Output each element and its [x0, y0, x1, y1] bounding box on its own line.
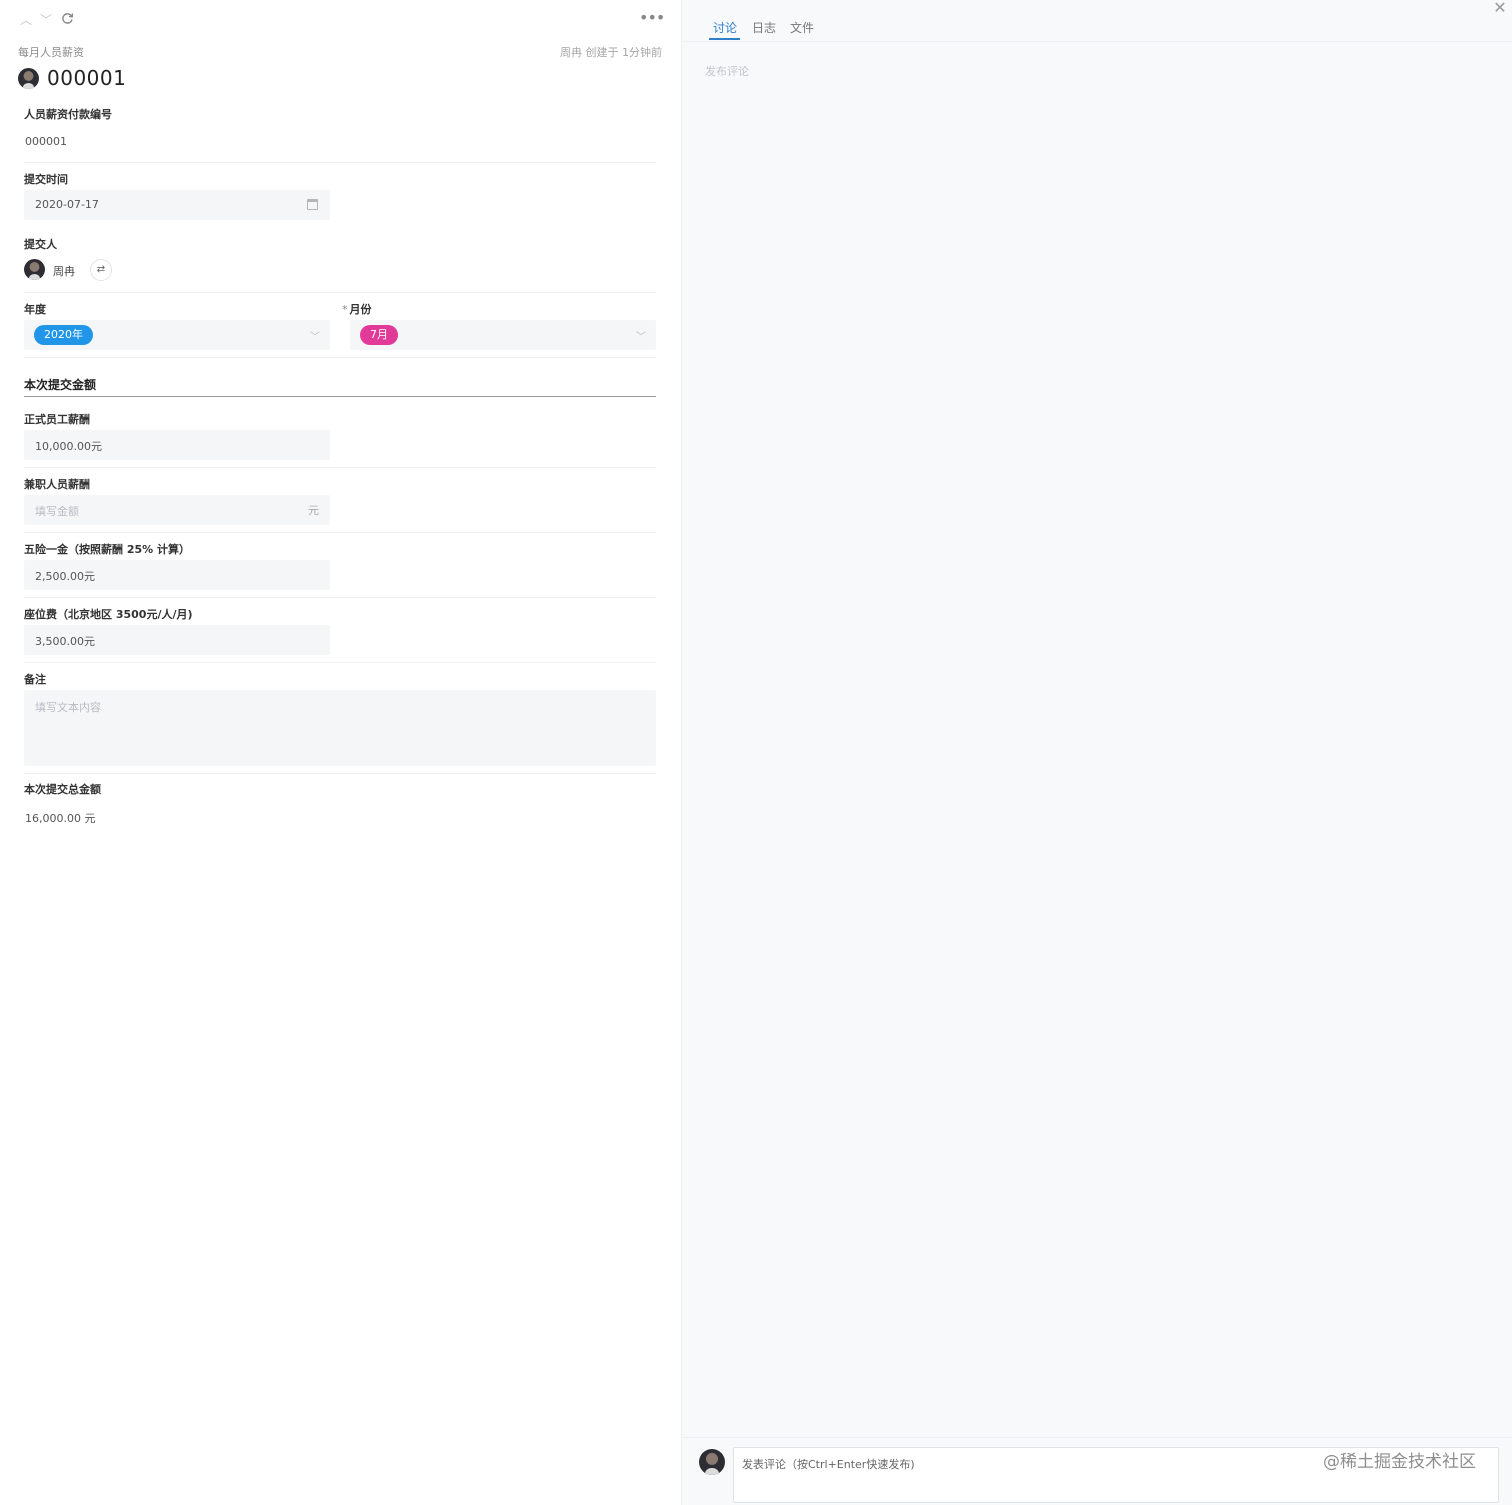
- currency-suffix: 元: [308, 504, 319, 517]
- total-label: 本次提交总金额: [24, 783, 101, 796]
- regular-salary-field[interactable]: 10,000.00元: [24, 430, 330, 460]
- parttime-salary-input[interactable]: 填写金额 元: [24, 495, 330, 525]
- active-tab-indicator: [709, 38, 740, 40]
- remark-placeholder: 填写文本内容: [35, 701, 101, 714]
- tab-files[interactable]: 文件: [790, 19, 814, 36]
- avatar: [24, 259, 45, 280]
- month-select[interactable]: 7月 ﹀: [350, 320, 656, 350]
- publish-hint: 发布评论: [705, 65, 749, 78]
- month-label-text: 月份: [349, 303, 372, 316]
- year-tag: 2020年: [34, 325, 93, 345]
- divider: [24, 357, 656, 358]
- close-icon[interactable]: ✕: [1492, 0, 1508, 16]
- avatar: [18, 68, 39, 89]
- record-panel: ︿ ﹀ ••• 每月人员薪资 周冉 创建于 1分钟前 000001 人员薪资付款…: [0, 0, 681, 1505]
- divider: [24, 532, 656, 533]
- chevron-down-icon: ﹀: [310, 332, 320, 343]
- divider: [24, 597, 656, 598]
- year-label: 年度: [24, 303, 46, 316]
- watermark: @稀土掘金技术社区: [1323, 1452, 1476, 1472]
- section-title: 本次提交金额: [24, 378, 97, 392]
- divider: [24, 467, 656, 468]
- app-breadcrumb[interactable]: 每月人员薪资: [18, 44, 84, 60]
- more-icon[interactable]: •••: [639, 10, 665, 28]
- divider: [24, 162, 656, 163]
- parttime-salary-placeholder: 填写金额: [35, 505, 79, 518]
- record-meta: 每月人员薪资 周冉 创建于 1分钟前: [18, 44, 662, 60]
- chevron-up-icon[interactable]: ︿: [18, 12, 34, 28]
- chevron-down-icon: ﹀: [636, 332, 646, 343]
- seat-fee-value: 3,500.00元: [35, 635, 95, 648]
- refresh-icon[interactable]: [59, 12, 75, 28]
- submit-time-label: 提交时间: [24, 173, 68, 186]
- regular-salary-label: 正式员工薪酬: [24, 413, 90, 426]
- tab-discussion[interactable]: 讨论: [713, 19, 737, 36]
- insurance-label: 五险一金（按照薪酬 25% 计算）: [24, 543, 190, 556]
- month-label: * 月份: [342, 301, 372, 317]
- section-divider: [24, 396, 656, 397]
- parttime-salary-label: 兼职人员薪酬: [24, 478, 90, 491]
- calendar-icon[interactable]: [307, 199, 318, 210]
- year-select[interactable]: 2020年 ﹀: [24, 320, 330, 350]
- discussion-panel: 讨论 日志 文件 ✕ 发布评论 发表评论（按Ctrl+Enter快速发布) @稀…: [681, 0, 1512, 1505]
- remark-label: 备注: [24, 673, 46, 686]
- required-mark: *: [342, 303, 348, 316]
- insurance-field[interactable]: 2,500.00元: [24, 560, 330, 590]
- comment-placeholder: 发表评论（按Ctrl+Enter快速发布): [742, 1458, 915, 1471]
- divider: [24, 292, 656, 293]
- seat-fee-field[interactable]: 3,500.00元: [24, 625, 330, 655]
- month-tag: 7月: [360, 325, 398, 345]
- submitter-name: 周冉: [53, 265, 75, 278]
- total-value: 16,000.00 元: [25, 812, 96, 825]
- submit-time-value: 2020-07-17: [35, 198, 99, 211]
- chevron-down-icon[interactable]: ﹀: [38, 12, 54, 28]
- record-toolbar: ︿ ﹀ •••: [18, 10, 665, 30]
- avatar: [699, 1449, 725, 1475]
- payment-no-value: 000001: [25, 135, 67, 148]
- divider: [24, 662, 656, 663]
- created-info: 周冉 创建于 1分钟前: [560, 46, 662, 59]
- tab-log[interactable]: 日志: [752, 19, 776, 36]
- panel-tabs: 讨论 日志 文件: [682, 0, 1512, 42]
- divider: [24, 773, 656, 774]
- submitter-label: 提交人: [24, 238, 57, 251]
- submit-time-field[interactable]: 2020-07-17: [24, 190, 330, 220]
- regular-salary-value: 10,000.00元: [35, 440, 102, 453]
- seat-fee-label: 座位费（北京地区 3500元/人/月): [24, 608, 193, 621]
- page-title: 000001: [47, 66, 127, 90]
- insurance-value: 2,500.00元: [35, 570, 95, 583]
- remark-textarea[interactable]: 填写文本内容: [24, 690, 656, 766]
- swap-icon[interactable]: ⇄: [90, 259, 112, 281]
- payment-no-label: 人员薪资付款编号: [24, 108, 112, 121]
- record-detail-page: ︿ ﹀ ••• 每月人员薪资 周冉 创建于 1分钟前 000001 人员薪资付款…: [0, 0, 1512, 1505]
